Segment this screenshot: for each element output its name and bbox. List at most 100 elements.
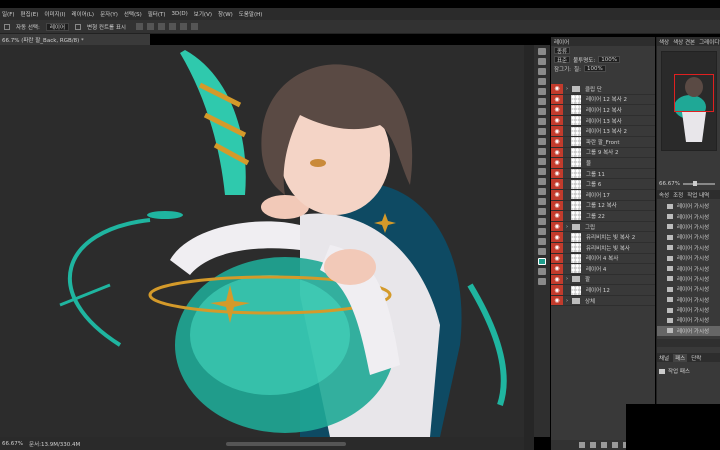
history-item[interactable]: 레이어 가시성 [657,284,720,294]
navigator-viewbox[interactable] [674,74,714,112]
link-layers-icon[interactable] [579,442,585,448]
visibility-eye-icon[interactable]: ◉ [551,94,563,105]
hand-tool-icon[interactable] [538,228,546,235]
visibility-eye-icon[interactable]: ◉ [551,179,563,189]
visibility-eye-icon[interactable]: ◉ [551,168,563,179]
lasso-tool-icon[interactable] [538,68,546,75]
expand-arrow-icon[interactable]: › [566,224,568,230]
menu-help[interactable]: 도움말(H) [239,10,263,18]
visibility-eye-icon[interactable]: ◉ [551,189,563,200]
zoom-slider-knob[interactable] [692,181,697,186]
tab-paths[interactable]: 패스 [673,353,688,362]
menu-type[interactable]: 문자(Y) [100,10,118,18]
menu-layer[interactable]: 레이어(L) [72,10,95,18]
visibility-eye-icon[interactable]: ◉ [551,126,563,136]
history-item[interactable]: 레이어 가시성 [657,325,720,337]
fill-input[interactable]: 100% [583,65,606,72]
menu-filter[interactable]: 필터(T) [148,10,166,18]
visibility-eye-icon[interactable]: ◉ [551,147,563,158]
layer-group[interactable]: ◉ › 팔 [551,274,655,286]
more-tools-icon[interactable] [538,248,546,255]
dodge-tool-icon[interactable] [538,178,546,185]
opacity-input[interactable]: 100% [598,56,620,63]
visibility-eye-icon[interactable]: ◉ [551,295,563,306]
visibility-eye-icon[interactable]: ◉ [551,242,563,253]
zoom-status[interactable]: 66.67% [2,441,23,447]
visibility-eye-icon[interactable]: ◉ [551,285,563,295]
screen-mode-icon[interactable] [538,278,546,285]
tab-channels[interactable]: 채널 [659,354,669,362]
navigator-preview[interactable] [661,51,717,151]
history-item[interactable]: 레이어 가시성 [657,263,720,273]
layer-style-icon[interactable] [590,442,596,448]
horizontal-scrollbar[interactable] [226,441,347,446]
expand-arrow-icon[interactable]: › [566,86,568,92]
brush-tool-icon[interactable] [538,118,546,125]
align-middle-icon[interactable] [179,23,187,30]
layer-row[interactable]: ◉ 레이어 12 복사 2 [551,94,655,106]
layer-kind-filter[interactable]: 종류 [554,47,571,55]
pen-tool-icon[interactable] [538,188,546,195]
doc-info[interactable]: 문서:13.9M/330.4M [29,440,80,448]
work-path-item[interactable]: 작업 패스 [659,367,690,375]
layer-group[interactable]: ◉ › 상체 [551,295,655,307]
layer-row[interactable]: ◉ 그룹 22 [551,211,655,222]
history-item[interactable]: 레이어 가시성 [657,243,720,253]
align-left-icon[interactable] [135,23,143,30]
layers-tab[interactable]: 레이어 [551,37,655,46]
auto-select-target[interactable]: 레이어 [45,22,70,31]
layer-row[interactable]: ◉ 레이어 13 복사 [551,115,655,127]
history-item[interactable]: 레이어 가시성 [657,274,720,284]
history-item[interactable]: 레이어 가시성 [657,253,720,263]
layer-row[interactable]: ◉ 그룹 6 [551,179,655,190]
layer-row[interactable]: ◉ 유리비치는 빛 복사 [551,242,655,254]
visibility-eye-icon[interactable]: ◉ [551,200,563,211]
align-center-icon[interactable] [146,23,154,30]
adjustment-layer-icon[interactable] [612,442,618,448]
layer-row[interactable]: ◉ 파란 팔_Front [551,136,655,148]
menu-image[interactable]: 이미지(I) [44,10,65,18]
marquee-tool-icon[interactable] [538,58,546,65]
layer-row[interactable]: ◉ 그룹 11 [551,168,655,180]
history-item[interactable]: 레이어 가시성 [657,222,720,232]
shape-tool-icon[interactable] [538,218,546,225]
menu-edit[interactable]: 편집(E) [21,10,39,18]
type-tool-icon[interactable] [538,198,546,205]
history-brush-tool-icon[interactable] [538,138,546,145]
eyedropper-tool-icon[interactable] [538,98,546,105]
crop-tool-icon[interactable] [538,88,546,95]
quick-mask-icon[interactable] [538,268,546,275]
menu-3d[interactable]: 3D(D) [172,11,188,17]
visibility-eye-icon[interactable]: ◉ [551,211,563,221]
visibility-eye-icon[interactable]: ◉ [551,105,563,115]
layer-row[interactable]: ◉ 레이어 4 [551,264,655,275]
history-item[interactable]: 레이어 가시성 [657,232,720,242]
menu-select[interactable]: 선택(S) [124,10,142,18]
layer-group[interactable]: ◉ › 그립 [551,221,655,233]
navigator-zoom-value[interactable]: 66.67% [659,181,680,187]
menu-file[interactable]: 일(F) [2,10,15,18]
blur-tool-icon[interactable] [538,168,546,175]
foreground-color-swatch[interactable] [538,258,546,265]
tab-properties[interactable]: 속성 [659,191,669,199]
align-right-icon[interactable] [157,23,165,30]
layer-row[interactable]: ◉ 그룹 9 복사 2 [551,147,655,159]
visibility-eye-icon[interactable]: ◉ [551,136,563,147]
visibility-eye-icon[interactable]: ◉ [551,221,563,232]
history-item[interactable]: 레이어 가시성 [657,201,720,211]
visibility-eye-icon[interactable]: ◉ [551,274,563,285]
layer-row[interactable]: ◉ 유리비치는 빛 복사 2 [551,232,655,243]
document-tab[interactable]: 66.7% (파란 팔_Back, RGB/8) * [0,34,150,45]
expand-arrow-icon[interactable]: › [566,276,568,282]
layer-row[interactable]: ◉ 레이어 12 [551,285,655,296]
layer-group[interactable]: ◉ › 클립 단 [551,84,655,95]
history-item[interactable]: 레이어 가시성 [657,211,720,221]
layer-row[interactable]: ◉ 레이어 13 복사 2 [551,126,655,137]
visibility-eye-icon[interactable]: ◉ [551,232,563,242]
auto-select-checkbox[interactable] [4,23,10,30]
layer-row[interactable]: ◉ 레이어 12 복사 [551,105,655,116]
visibility-eye-icon[interactable]: ◉ [551,264,563,274]
tab-color[interactable]: 색상 [659,38,669,46]
history-item[interactable]: 레이어 가시성 [657,315,720,325]
align-bottom-icon[interactable] [190,23,198,30]
